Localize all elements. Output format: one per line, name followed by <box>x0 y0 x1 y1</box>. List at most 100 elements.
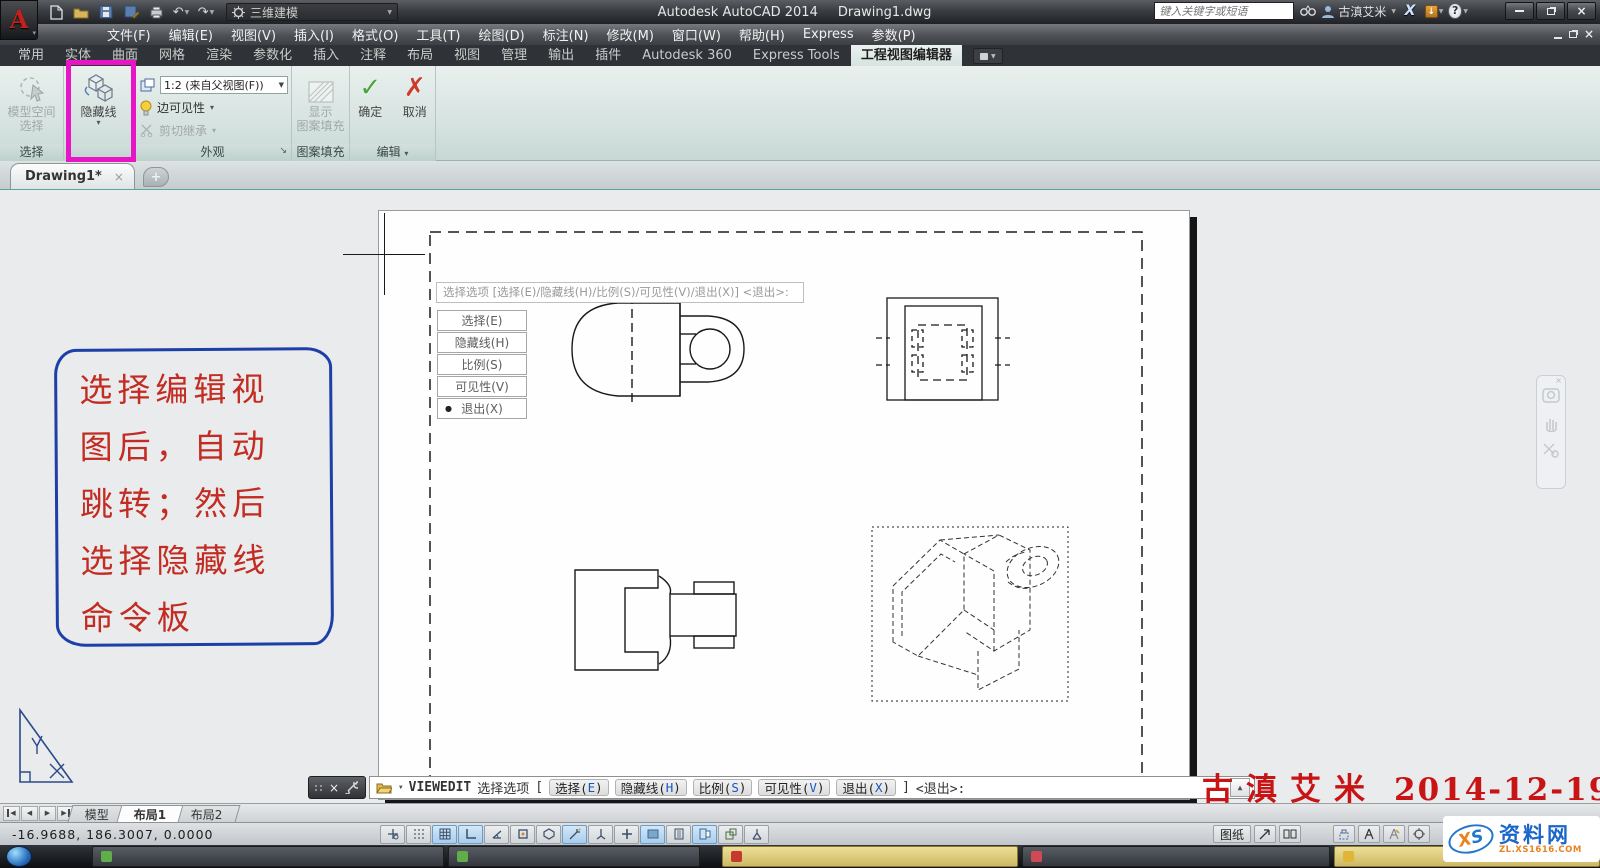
save-as-button[interactable] <box>121 3 141 21</box>
panel-footer-hatch[interactable]: 图案填充 <box>292 144 349 161</box>
close-icon[interactable]: × <box>1555 376 1562 385</box>
cmd-option-select[interactable]: 选择(E) <box>549 779 609 796</box>
search-button[interactable] <box>1298 2 1318 20</box>
application-menu-button[interactable]: A ▾ <box>0 0 38 40</box>
option-hidden-lines[interactable]: 隐藏线(H) <box>437 332 527 353</box>
scale-dropdown[interactable]: 1:2 (来自父视图(F)) ▼ <box>160 76 288 94</box>
menu-insert[interactable]: 插入(I) <box>285 23 343 46</box>
new-drawing-tab-button[interactable]: + <box>143 167 169 187</box>
tab-express-tools[interactable]: Express Tools <box>743 46 850 66</box>
panel-footer-appearance[interactable]: 外观 ↘ <box>134 144 291 161</box>
first-tab-button[interactable]: ◀ <box>3 806 20 821</box>
option-exit[interactable]: ● 退出(X) <box>437 398 527 419</box>
cmd-option-scale[interactable]: 比例(S) <box>693 779 753 796</box>
taskbar-app-3[interactable] <box>722 846 1018 867</box>
signin-control[interactable]: 古滇艾米 ▼ <box>1322 3 1396 20</box>
snap-toggle[interactable] <box>406 825 431 844</box>
command-input-bar[interactable]: ▼ VIEWEDIT 选择选项 [ 选择(E) 隐藏线(H) 比例(S) 可见性… <box>369 776 1255 799</box>
exchange-apps-button[interactable]: X <box>1400 2 1420 20</box>
undo-button[interactable]: ↶ ▼ <box>171 3 191 21</box>
help-button[interactable]: ? ▼ <box>1448 2 1468 20</box>
option-visibility[interactable]: 可见性(V) <box>437 376 527 397</box>
taskbar-app-2[interactable] <box>448 846 700 867</box>
quick-view-drawings-button[interactable] <box>1279 825 1301 843</box>
recent-commands-icon[interactable] <box>376 781 392 794</box>
menu-express[interactable]: Express <box>794 25 863 44</box>
viewport-lock-button[interactable] <box>1333 825 1355 843</box>
prev-tab-button[interactable]: ◀ <box>21 806 38 821</box>
workspace-dropdown[interactable]: 三维建模 ▼ <box>226 3 398 21</box>
cut-inheritance-button[interactable]: 剪切继承 ▾ <box>140 120 288 141</box>
tab-layout2[interactable]: 布局2 <box>174 805 241 822</box>
command-line-grip[interactable]: × <box>308 776 366 799</box>
option-select[interactable]: 选择(E) <box>437 310 527 331</box>
workspace-switch-button[interactable] <box>1408 825 1430 843</box>
ortho-toggle[interactable] <box>458 825 483 844</box>
navigation-bar[interactable]: × <box>1536 375 1566 489</box>
grid-toggle[interactable] <box>432 825 457 844</box>
cmd-option-visibility[interactable]: 可见性(V) <box>758 779 830 796</box>
annotation-monitor-toggle[interactable] <box>744 825 769 844</box>
close-icon[interactable]: × <box>329 781 339 795</box>
side-view[interactable] <box>575 570 736 670</box>
chevron-down-icon[interactable]: ▼ <box>399 784 403 791</box>
save-button[interactable] <box>96 3 116 21</box>
tab-solid[interactable]: 实体 <box>55 42 101 66</box>
menu-view[interactable]: 视图(V) <box>222 23 285 46</box>
transparency-toggle[interactable] <box>666 825 691 844</box>
wrench-icon[interactable] <box>345 781 358 794</box>
drag-handle-icon[interactable] <box>315 785 323 791</box>
menu-modify[interactable]: 修改(M) <box>598 23 663 46</box>
redo-button[interactable]: ↷ ▼ <box>196 3 216 21</box>
close-button[interactable]: × <box>1567 2 1596 20</box>
infer-constraints-toggle[interactable] <box>380 825 405 844</box>
quick-view-layouts-button[interactable] <box>1254 825 1276 843</box>
viewport-border[interactable] <box>430 232 1142 778</box>
annotation-visibility-button[interactable] <box>1383 825 1405 843</box>
new-file-button[interactable] <box>46 3 66 21</box>
top-view[interactable] <box>876 298 1010 400</box>
drawing-canvas[interactable]: 选择选项 [选择(E)/隐藏线(H)/比例(S)/可见性(V)/退出(X)] <… <box>0 190 1600 803</box>
dialog-launcher-icon[interactable]: ↘ <box>279 143 287 159</box>
menu-format[interactable]: 格式(O) <box>343 23 407 46</box>
menu-edit[interactable]: 编辑(E) <box>160 23 222 46</box>
taskbar-app-4[interactable] <box>1022 846 1330 867</box>
pan-hand-icon[interactable] <box>1542 414 1560 432</box>
isometric-view-selected[interactable] <box>872 527 1068 701</box>
cmd-option-exit[interactable]: 退出(X) <box>836 779 896 796</box>
menu-dimension[interactable]: 标注(N) <box>534 23 598 46</box>
front-view[interactable] <box>572 295 744 403</box>
ribbon-minimize-button[interactable]: ▼ <box>973 48 1003 64</box>
doc-minimize-icon[interactable] <box>1554 37 1562 39</box>
annotation-scale-button[interactable] <box>1358 825 1380 843</box>
update-button[interactable]: ↓ ▼ <box>1424 2 1444 20</box>
file-tab-drawing1[interactable]: Drawing1* × <box>10 163 135 189</box>
panel-footer-edit[interactable]: 编辑 ▾ <box>350 144 435 161</box>
paper-model-button[interactable]: 图纸 <box>1213 825 1251 843</box>
polar-toggle[interactable] <box>484 825 509 844</box>
selection-cycling-toggle[interactable] <box>718 825 743 844</box>
next-tab-button[interactable]: ▶ <box>39 806 56 821</box>
menu-parametric[interactable]: 参数(P) <box>863 23 925 46</box>
minimize-button[interactable] <box>1505 2 1534 20</box>
option-scale[interactable]: 比例(S) <box>437 354 527 375</box>
edge-visibility-button[interactable]: 边可见性 ▾ <box>140 97 288 118</box>
model-space-select-button[interactable]: 模型空间 选择 <box>3 69 61 144</box>
doc-close-icon[interactable]: × <box>1584 27 1594 41</box>
taskbar-app-1[interactable] <box>92 846 444 867</box>
command-history-button[interactable]: ▲ <box>1230 778 1250 797</box>
menu-window[interactable]: 窗口(W) <box>663 23 730 46</box>
open-file-button[interactable] <box>71 3 91 21</box>
dynamic-input-toggle[interactable] <box>614 825 639 844</box>
doc-restore-icon[interactable] <box>1569 31 1577 38</box>
close-icon[interactable]: × <box>114 170 124 184</box>
menu-help[interactable]: 帮助(H) <box>730 23 794 46</box>
lineweight-toggle[interactable] <box>640 825 665 844</box>
steering-wheel-icon[interactable] <box>1542 388 1560 404</box>
ok-button[interactable]: ✓ 确定 <box>350 69 391 144</box>
quick-properties-toggle[interactable] <box>692 825 717 844</box>
osnap-toggle[interactable] <box>510 825 535 844</box>
hidden-lines-button[interactable]: 隐藏线 ▾ <box>70 69 128 144</box>
cancel-button[interactable]: ✗ 取消 <box>395 69 436 144</box>
cmd-option-hidden-lines[interactable]: 隐藏线(H) <box>615 779 687 796</box>
